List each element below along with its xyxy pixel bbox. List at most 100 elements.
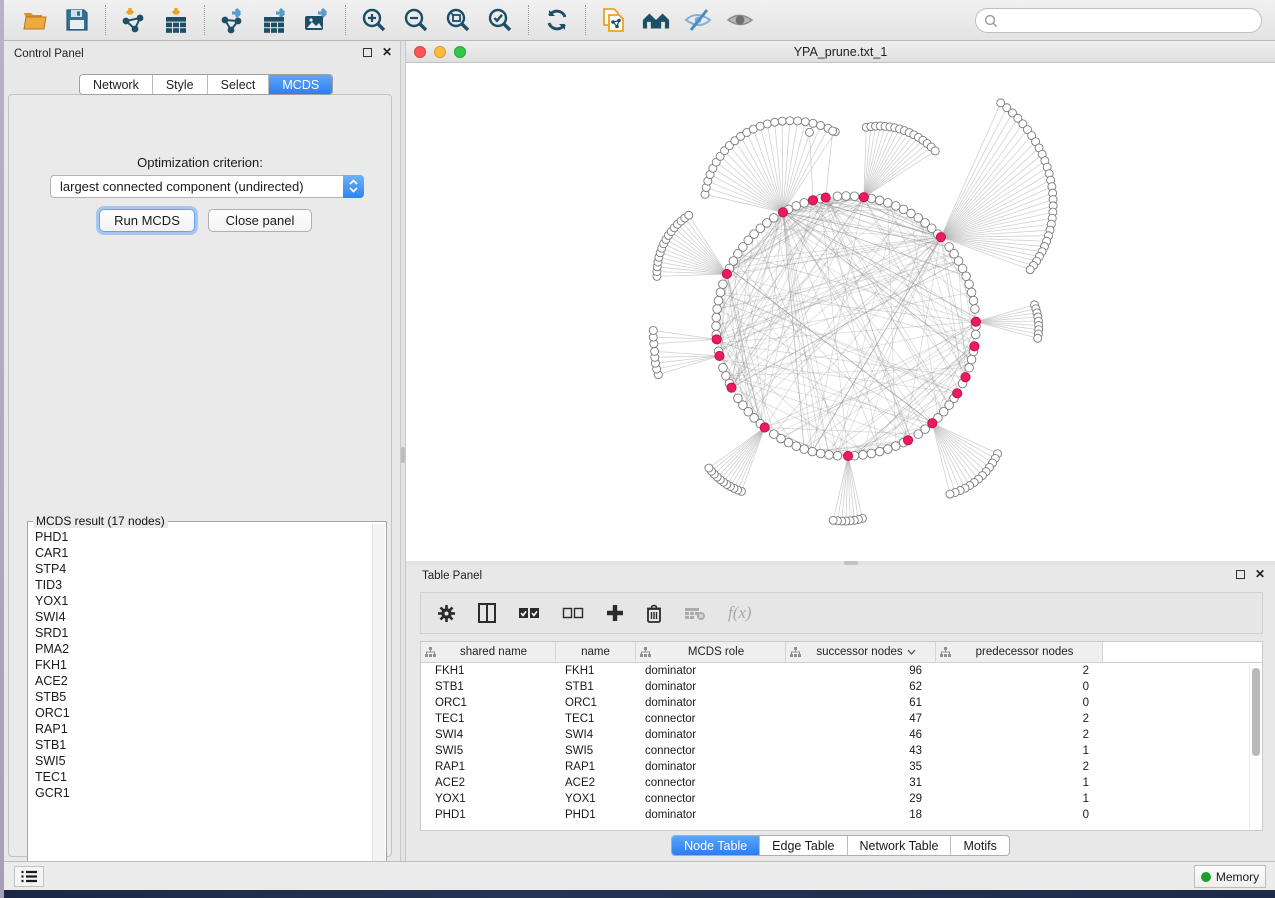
column-header-predecessor-nodes[interactable]: predecessor nodes: [936, 642, 1103, 662]
mcds-tab-pane: Optimization criterion: largest connecte…: [8, 94, 392, 857]
divider-handle[interactable]: [401, 447, 405, 463]
mcds-result-list[interactable]: PHD1CAR1STP4TID3YOX1SWI4SRD1PMA2FKH1ACE2…: [28, 525, 372, 888]
mcds-result-item[interactable]: STB1: [35, 737, 372, 753]
table-cell: 2: [936, 665, 1103, 677]
import-network-icon[interactable]: [119, 6, 149, 34]
network-window-titlebar[interactable]: YPA_prune.txt_1: [406, 41, 1275, 63]
zoom-selected-icon[interactable]: [485, 6, 515, 34]
table-cell: TEC1: [421, 713, 556, 725]
mcds-result-item[interactable]: TID3: [35, 577, 372, 593]
delete-table-icon: [684, 606, 706, 621]
add-row-icon[interactable]: [606, 604, 624, 622]
table-cell: 2: [936, 761, 1103, 773]
network-view-window: YPA_prune.txt_1: [406, 41, 1275, 561]
tab-style[interactable]: Style: [153, 75, 208, 94]
mcds-result-item[interactable]: SWI5: [35, 753, 372, 769]
table-cell: 46: [786, 729, 936, 741]
table-row[interactable]: SWI5SWI5connector431: [421, 743, 1262, 759]
toolbar-separator: [345, 5, 346, 35]
mcds-result-item[interactable]: FKH1: [35, 657, 372, 673]
table-row[interactable]: TEC1TEC1connector472: [421, 711, 1262, 727]
table-row[interactable]: FKH1FKH1dominator962: [421, 663, 1262, 679]
zoom-out-icon[interactable]: [401, 6, 431, 34]
float-panel-icon[interactable]: [1236, 570, 1245, 579]
mcds-result-item[interactable]: ORC1: [35, 705, 372, 721]
node-table[interactable]: shared namenameMCDS rolesuccessor nodes …: [420, 641, 1263, 831]
export-network-icon[interactable]: [218, 6, 248, 34]
tab-node-table[interactable]: Node Table: [672, 836, 760, 855]
table-panel: Table Panel ✕: [406, 565, 1275, 861]
tab-motifs[interactable]: Motifs: [951, 836, 1008, 855]
mcds-result-item[interactable]: GCR1: [35, 785, 372, 801]
table-cell: 62: [786, 681, 936, 693]
table-row[interactable]: SWI4SWI4dominator462: [421, 727, 1262, 743]
show-all-icon[interactable]: [725, 6, 755, 34]
first-neighbors-icon[interactable]: [641, 6, 671, 34]
open-file-icon[interactable]: [20, 6, 50, 34]
close-panel-icon[interactable]: ✕: [382, 48, 392, 57]
table-options-gear-icon[interactable]: [437, 604, 456, 623]
table-row[interactable]: ORC1ORC1dominator610: [421, 695, 1262, 711]
import-table-icon[interactable]: [161, 6, 191, 34]
export-image-icon[interactable]: [302, 6, 332, 34]
search-box[interactable]: [975, 8, 1262, 33]
tab-mcds[interactable]: MCDS: [269, 75, 332, 94]
refresh-icon[interactable]: [542, 6, 572, 34]
unselect-all-icon[interactable]: [562, 606, 584, 620]
close-panel-icon[interactable]: ✕: [1255, 570, 1265, 579]
table-row[interactable]: YOX1YOX1connector291: [421, 791, 1262, 807]
table-row[interactable]: PHD1PHD1dominator180: [421, 807, 1262, 823]
delete-row-icon[interactable]: [646, 604, 662, 623]
mcds-result-item[interactable]: SRD1: [35, 625, 372, 641]
table-panel-title: Table Panel: [422, 570, 482, 582]
dropdown-stepper-icon: [343, 175, 364, 198]
table-cell: 43: [786, 745, 936, 757]
table-cell: SWI4: [556, 729, 636, 741]
zoom-in-icon[interactable]: [359, 6, 389, 34]
tab-network-table[interactable]: Network Table: [848, 836, 952, 855]
show-column-icon[interactable]: [478, 603, 496, 623]
column-header-successor-nodes[interactable]: successor nodes: [786, 642, 936, 662]
clone-network-icon[interactable]: [599, 6, 629, 34]
float-panel-icon[interactable]: [363, 48, 372, 57]
hide-selected-icon[interactable]: [683, 6, 713, 34]
table-row[interactable]: ACE2ACE2connector311: [421, 775, 1262, 791]
export-table-icon[interactable]: [260, 6, 290, 34]
network-graph[interactable]: [406, 63, 1275, 561]
table-scrollbar[interactable]: [1249, 664, 1261, 829]
column-header-MCDS-role[interactable]: MCDS role: [636, 642, 786, 662]
search-icon: [984, 14, 998, 28]
mcds-result-item[interactable]: TEC1: [35, 769, 372, 785]
run-mcds-button[interactable]: Run MCDS: [99, 209, 195, 232]
save-session-icon[interactable]: [62, 6, 92, 34]
table-cell: connector: [636, 793, 786, 805]
mcds-result-item[interactable]: STB5: [35, 689, 372, 705]
tab-select[interactable]: Select: [208, 75, 270, 94]
scrollbar-thumb[interactable]: [1252, 668, 1260, 756]
mcds-result-item[interactable]: PHD1: [35, 529, 372, 545]
mcds-result-item[interactable]: SWI4: [35, 609, 372, 625]
network-canvas[interactable]: [406, 63, 1275, 561]
mcds-list-scrollbar[interactable]: [372, 524, 385, 887]
select-all-icon[interactable]: [518, 606, 540, 620]
mcds-result-item[interactable]: YOX1: [35, 593, 372, 609]
column-header-name[interactable]: name: [556, 642, 636, 662]
mcds-result-item[interactable]: ACE2: [35, 673, 372, 689]
tab-network[interactable]: Network: [80, 75, 153, 94]
table-cell: ORC1: [556, 697, 636, 709]
zoom-fit-icon[interactable]: [443, 6, 473, 34]
mcds-result-item[interactable]: PMA2: [35, 641, 372, 657]
close-panel-button[interactable]: Close panel: [208, 209, 312, 232]
search-input[interactable]: [998, 14, 1248, 28]
mcds-result-item[interactable]: STP4: [35, 561, 372, 577]
memory-button[interactable]: Memory: [1194, 865, 1266, 888]
mcds-result-item[interactable]: CAR1: [35, 545, 372, 561]
column-header-shared-name[interactable]: shared name: [421, 642, 556, 662]
criterion-dropdown[interactable]: largest connected component (undirected): [50, 175, 364, 198]
task-history-button[interactable]: [14, 866, 44, 887]
mcds-result-item[interactable]: RAP1: [35, 721, 372, 737]
tab-edge-table[interactable]: Edge Table: [760, 836, 847, 855]
control-panel-title: Control Panel: [14, 48, 84, 60]
table-row[interactable]: STB1STB1dominator620: [421, 679, 1262, 695]
table-row[interactable]: RAP1RAP1dominator352: [421, 759, 1262, 775]
